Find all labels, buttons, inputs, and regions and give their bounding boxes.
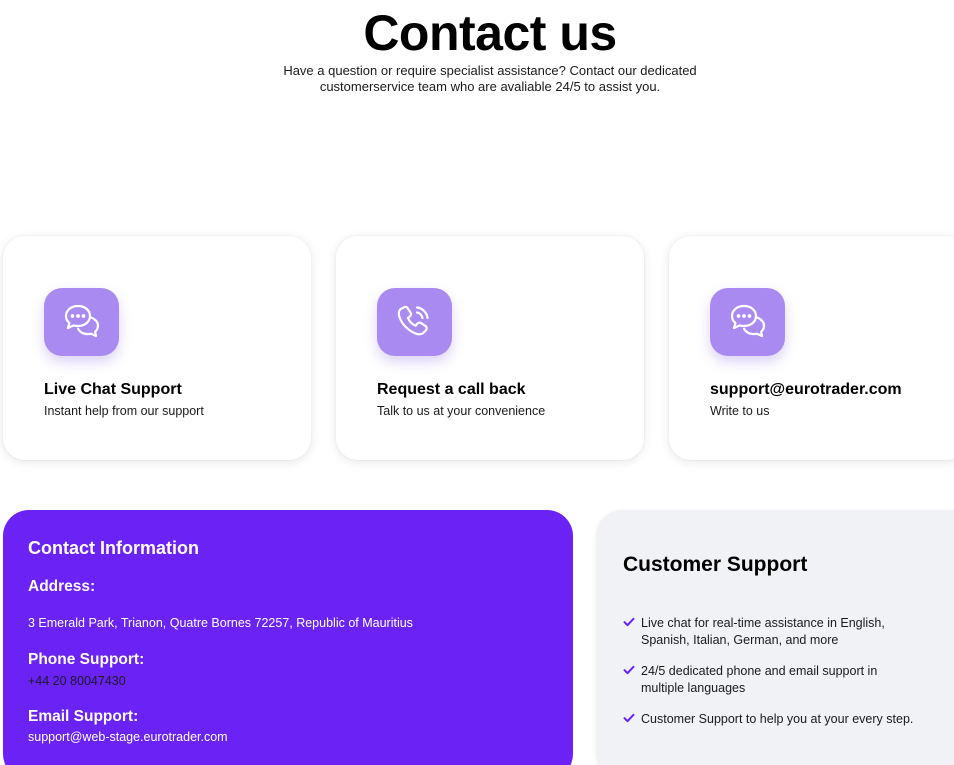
chat-bubbles-icon bbox=[710, 288, 785, 356]
checkmark-icon bbox=[623, 665, 635, 675]
phone-ringing-icon bbox=[377, 288, 452, 356]
checkmark-icon bbox=[623, 617, 635, 627]
list-item-line: multiple languages bbox=[641, 681, 746, 695]
page-title: Contact us bbox=[363, 5, 617, 61]
customer-support-panel: Customer Support Live chat for real-time… bbox=[596, 510, 954, 765]
card-title: Request a call back bbox=[377, 381, 526, 398]
email-support-card[interactable]: support@eurotrader.com Write to us bbox=[669, 236, 954, 460]
customer-support-heading: Customer Support bbox=[623, 553, 808, 576]
list-item: 24/5 dedicated phone and email support i… bbox=[623, 663, 953, 697]
subtitle-line-1: Have a question or require specialist as… bbox=[283, 63, 697, 78]
address-value: 3 Emerald Park, Trianon, Quatre Bornes 7… bbox=[28, 616, 413, 630]
card-subtitle: Write to us bbox=[710, 404, 770, 418]
subtitle-line-2: customerservice team who are avaliable 2… bbox=[319, 79, 661, 94]
email-link[interactable]: support@eurotrader.com bbox=[710, 381, 902, 399]
customer-support-list: Live chat for real-time assistance in En… bbox=[623, 615, 953, 742]
list-item-line: Live chat for real-time assistance in En… bbox=[641, 616, 885, 630]
list-item-line: Spanish, Italian, German, and more bbox=[641, 633, 839, 647]
card-subtitle: Instant help from our support bbox=[44, 404, 204, 418]
chat-bubbles-icon bbox=[44, 288, 119, 356]
list-item: Live chat for real-time assistance in En… bbox=[623, 615, 953, 649]
email-support-label: Email Support: bbox=[28, 708, 139, 725]
address-label: Address: bbox=[28, 578, 96, 595]
contact-information-heading: Contact Information bbox=[28, 538, 199, 558]
checkmark-icon bbox=[623, 713, 635, 723]
list-item-line: Customer Support to help you at your eve… bbox=[641, 712, 914, 726]
phone-support-link[interactable]: +44 20 80047430 bbox=[28, 674, 126, 688]
card-title: Live Chat Support bbox=[44, 381, 182, 398]
list-item-line: 24/5 dedicated phone and email support i… bbox=[641, 664, 878, 678]
request-callback-card[interactable]: Request a call back Talk to us at your c… bbox=[336, 236, 644, 460]
email-support-link[interactable]: support@web-stage.eurotrader.com bbox=[28, 730, 228, 744]
page-subtitle: Have a question or require specialist as… bbox=[255, 63, 725, 95]
contact-information-panel: Contact Information Address: 3 Emerald P… bbox=[3, 510, 573, 765]
phone-support-label: Phone Support: bbox=[28, 651, 145, 668]
live-chat-card[interactable]: Live Chat Support Instant help from our … bbox=[3, 236, 311, 460]
contact-page: Contact us Have a question or require sp… bbox=[0, 0, 954, 765]
card-subtitle: Talk to us at your convenience bbox=[377, 404, 546, 418]
list-item: Customer Support to help you at your eve… bbox=[623, 711, 953, 728]
